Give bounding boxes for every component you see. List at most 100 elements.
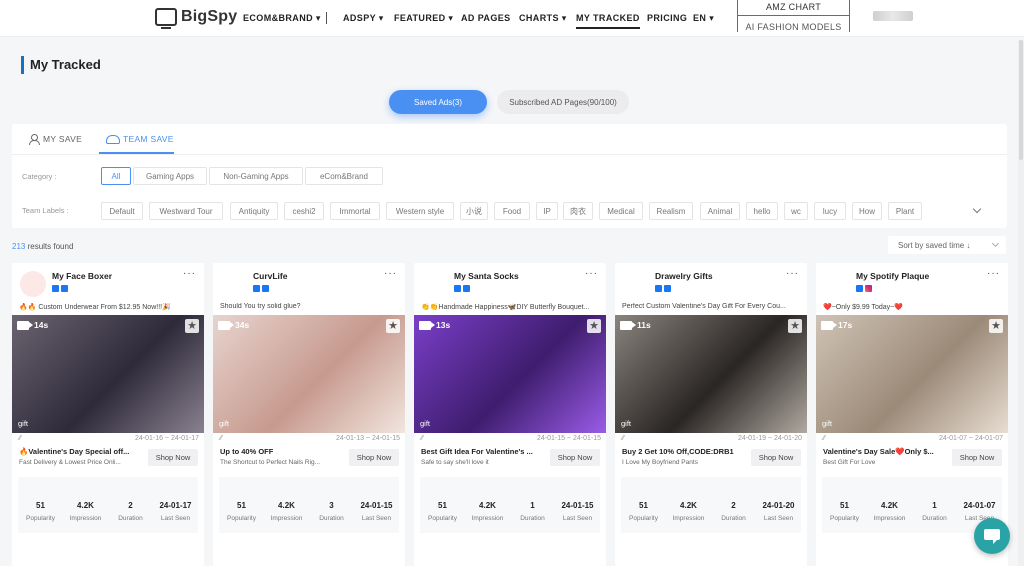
tab-my-save[interactable]: MY SAVE [29, 134, 82, 145]
label-chip[interactable]: How [852, 202, 882, 220]
ad-tag: gift [621, 419, 632, 428]
brand-logo[interactable] [20, 271, 46, 297]
platform-icons [856, 285, 872, 292]
shop-now-button[interactable]: Shop Now [751, 449, 801, 466]
star-icon[interactable]: ★ [788, 319, 802, 333]
star-icon[interactable]: ★ [587, 319, 601, 333]
ad-media[interactable]: 17s ★ gift [816, 315, 1008, 433]
category-all[interactable]: All [101, 167, 131, 185]
brand-name[interactable]: CurvLife [253, 271, 287, 281]
ad-stats: 51 Popularity 4.2K Impression 2 Duration 24… [621, 477, 801, 533]
chat-icon[interactable] [974, 518, 1010, 554]
ad-card[interactable]: Drawelry Gifts ··· Perfect Custom Valent… [615, 263, 807, 566]
tab-team-save[interactable]: TEAM SAVE [106, 134, 174, 144]
ad-stats: 51 Popularity 4.2K Impression 1 Duration 24… [822, 477, 1002, 533]
category-non-gaming-apps[interactable]: Non-Gaming Apps [209, 167, 303, 185]
label-chip[interactable]: Antiquity [230, 202, 278, 220]
brand-name[interactable]: Drawelry Gifts [655, 271, 713, 281]
brand-logo[interactable] [824, 271, 850, 297]
stat-duration: 3 Duration [319, 501, 344, 522]
stat-last-seen: 24-01-20 Last Seen [762, 501, 795, 522]
stat-last-seen: 24-01-17 Last Seen [159, 501, 192, 522]
ad-headline: Best Gift Idea For Valentine's ... [421, 447, 533, 456]
label-chip[interactable]: 小说 [460, 202, 488, 220]
ad-card[interactable]: My Spotify Plaque ··· ❤️~Only $9.99 Toda… [816, 263, 1008, 566]
results-count: 213 results found [12, 242, 74, 251]
dropdown-item-ai-fashion[interactable]: AI FASHION MODELS [738, 22, 849, 32]
more-options-icon[interactable]: ··· [183, 268, 196, 279]
date-range: 24-01-16 ~ 24-01-17 [134, 435, 199, 442]
shop-now-button[interactable]: Shop Now [349, 449, 399, 466]
active-tab-indicator [99, 152, 174, 154]
label-chip[interactable]: ceshi2 [284, 202, 324, 220]
brand-logo[interactable] [221, 271, 247, 297]
user-account[interactable] [873, 11, 913, 21]
label-chip[interactable]: wc [784, 202, 808, 220]
nav-adspy[interactable]: ADSPY ▾ [343, 13, 384, 24]
star-icon[interactable]: ★ [185, 319, 199, 333]
shop-now-button[interactable]: Shop Now [550, 449, 600, 466]
star-icon[interactable]: ★ [989, 319, 1003, 333]
label-chip[interactable]: Plant [888, 202, 922, 220]
nav-pricing[interactable]: PRICING [647, 13, 687, 23]
nav-ad-pages[interactable]: AD PAGES [461, 13, 511, 23]
brand-name[interactable]: My Santa Socks [454, 271, 519, 281]
label-chip[interactable]: Realism [649, 202, 693, 220]
ad-card[interactable]: CurvLife ··· Should You try solid glue? … [213, 263, 405, 566]
brand-name[interactable]: My Spotify Plaque [856, 271, 929, 281]
label-chip[interactable]: hello [746, 202, 778, 220]
ad-subline: I Love My Boyfriend Pants [622, 459, 698, 466]
label-chip[interactable]: lucy [814, 202, 846, 220]
label-chip[interactable]: IP [536, 202, 558, 220]
stat-duration: 1 Duration [922, 501, 947, 522]
label-chip[interactable]: Default [101, 202, 143, 220]
nav-charts[interactable]: CHARTS ▾ [519, 13, 567, 24]
nav-language[interactable]: EN ▾ [693, 13, 714, 24]
ad-card[interactable]: My Face Boxer ··· 🔥🔥 Custom Underwear Fr… [12, 263, 204, 566]
dropdown-item-amz-chart[interactable]: AMZ CHART [738, 2, 849, 16]
ad-media[interactable]: 11s ★ gift [615, 315, 807, 433]
brand-logo[interactable] [623, 271, 649, 297]
nav-my-tracked[interactable]: MY TRACKED [576, 13, 640, 29]
shop-now-button[interactable]: Shop Now [148, 449, 198, 466]
link-icon: ⁄⁄ [622, 435, 625, 442]
logo[interactable]: BigSpy [155, 8, 237, 29]
label-chip[interactable]: 肉衣 [563, 202, 593, 220]
stat-last-seen: 24-01-15 Last Seen [561, 501, 594, 522]
star-icon[interactable]: ★ [386, 319, 400, 333]
label-chip[interactable]: Immortal [330, 202, 380, 220]
video-duration: 14s [34, 320, 49, 330]
more-options-icon[interactable]: ··· [786, 268, 799, 279]
brand-name[interactable]: My Face Boxer [52, 271, 112, 281]
ad-media[interactable]: 34s ★ gift [213, 315, 405, 433]
shop-now-button[interactable]: Shop Now [952, 449, 1002, 466]
label-chip[interactable]: Western style [386, 202, 454, 220]
nav-featured[interactable]: FEATURED ▾ [394, 13, 453, 24]
category-gaming-apps[interactable]: Gaming Apps [133, 167, 207, 185]
label-chip[interactable]: Animal [700, 202, 740, 220]
subscribed-pages-toggle[interactable]: Subscribed AD Pages(90/100) [497, 90, 629, 114]
label-chip[interactable]: Medical [599, 202, 643, 220]
ad-card[interactable]: My Santa Socks ··· 👏👏Handmade Happiness🦋… [414, 263, 606, 566]
sort-select[interactable]: Sort by saved time ↓ [888, 236, 1006, 254]
date-range: 24-01-07 ~ 24-01-07 [938, 435, 1003, 442]
scrollbar-thumb[interactable] [1019, 40, 1023, 160]
brand-logo[interactable] [422, 271, 448, 297]
category-ecom-brand[interactable]: eCom&Brand [305, 167, 383, 185]
tab-divider [12, 154, 1007, 155]
ad-headline: Valentine's Day Sale❤️Only $... [823, 447, 934, 456]
chevron-down-icon[interactable] [972, 204, 982, 214]
more-options-icon[interactable]: ··· [384, 268, 397, 279]
stat-duration: 2 Duration [118, 501, 143, 522]
video-icon [620, 321, 636, 330]
saved-ads-toggle[interactable]: Saved Ads(3) [389, 90, 487, 114]
label-chip[interactable]: Food [494, 202, 530, 220]
ad-media[interactable]: 13s ★ gift [414, 315, 606, 433]
label-chip[interactable]: Westward Tour [149, 202, 223, 220]
ad-media[interactable]: 14s ★ gift [12, 315, 204, 433]
more-options-icon[interactable]: ··· [585, 268, 598, 279]
date-row: ⁄⁄ 24-01-19 ~ 24-01-20 [622, 435, 802, 442]
more-options-icon[interactable]: ··· [987, 268, 1000, 279]
stat-popularity: 51 Popularity [830, 501, 859, 522]
nav-ecom-brand[interactable]: ECOM&BRAND ▾ [243, 13, 321, 24]
